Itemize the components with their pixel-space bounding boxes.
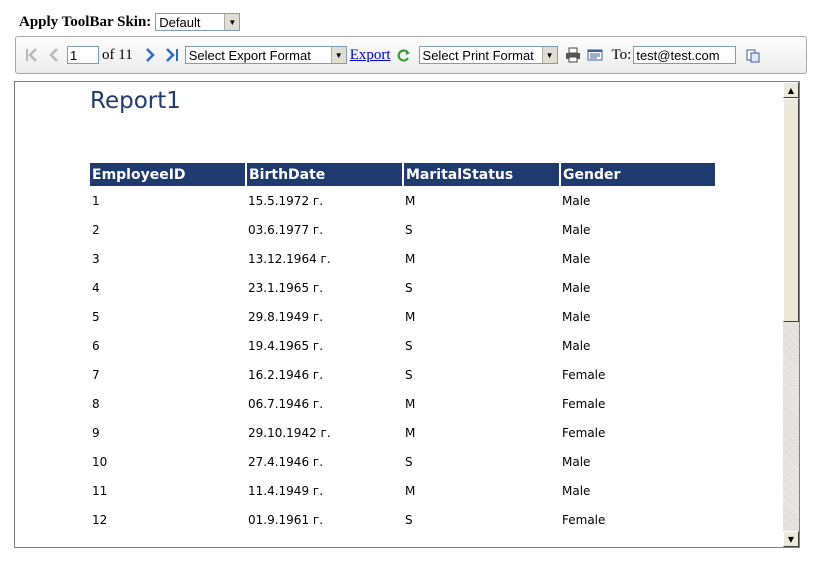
table-row: 8 06.7.1946 г. M Female [90, 389, 716, 418]
cell-maritalstatus: S [405, 512, 413, 527]
export-link[interactable]: Export [350, 47, 391, 64]
cell-maritalstatus: S [405, 222, 413, 237]
cell-employeeid: 1 [92, 193, 100, 208]
cell-employeeid: 9 [92, 425, 100, 440]
report-table: EmployeeID BirthDate MaritalStatus Gende… [90, 163, 717, 534]
cell-birthdate: 01.9.1961 г. [248, 512, 324, 527]
scroll-up-button[interactable]: ▲ [783, 82, 799, 98]
table-row: 10 27.4.1946 г. S Male [90, 447, 716, 476]
cell-maritalstatus: M [405, 251, 416, 266]
report-toolbar: 1 of 11 Select Export Format ▼ Export Se… [15, 36, 807, 74]
chevron-down-icon: ▼ [541, 47, 557, 63]
cell-birthdate: 29.10.1942 г. [248, 425, 331, 440]
chevron-down-icon: ▼ [330, 47, 346, 63]
column-header-employeeid: EmployeeID [90, 163, 247, 186]
frame-border [799, 81, 800, 548]
cell-employeeid: 2 [92, 222, 100, 237]
skin-select-value: Default [159, 14, 201, 30]
email-to-label: To: [611, 46, 632, 63]
send-email-icon[interactable] [744, 45, 762, 65]
cell-maritalstatus: M [405, 483, 416, 498]
cell-gender: Male [562, 222, 591, 237]
cell-maritalstatus: S [405, 280, 413, 295]
vertical-scrollbar[interactable]: ▲ ▼ [783, 82, 799, 547]
cell-birthdate: 11.4.1949 г. [248, 483, 324, 498]
next-page-icon[interactable] [141, 45, 159, 65]
refresh-icon[interactable] [395, 45, 413, 65]
column-header-gender: Gender [560, 163, 717, 186]
cell-employeeid: 6 [92, 338, 100, 353]
cell-employeeid: 7 [92, 367, 100, 382]
cell-gender: Male [562, 280, 591, 295]
cell-gender: Male [562, 483, 591, 498]
first-page-icon[interactable] [23, 45, 41, 65]
cell-maritalstatus: M [405, 309, 416, 324]
cell-gender: Male [562, 193, 591, 208]
table-row: 4 23.1.1965 г. S Male [90, 273, 716, 302]
cell-maritalstatus: M [405, 425, 416, 440]
table-row: 5 29.8.1949 г. M Male [90, 302, 716, 331]
print-format-select[interactable]: Select Print Format ▼ [418, 46, 558, 64]
cell-gender: Female [562, 367, 606, 382]
print-format-value: Select Print Format [422, 47, 534, 63]
export-format-value: Select Export Format [188, 47, 311, 63]
page-number-input[interactable]: 1 [67, 46, 99, 64]
cell-employeeid: 5 [92, 309, 100, 324]
cell-birthdate: 23.1.1965 г. [248, 280, 324, 295]
report-viewer: Report1 EmployeeID BirthDate MaritalStat… [14, 81, 800, 548]
cell-maritalstatus: M [405, 193, 416, 208]
scroll-down-button[interactable]: ▼ [783, 531, 799, 547]
cell-birthdate: 16.2.1946 г. [248, 367, 324, 382]
column-header-birthdate: BirthDate [246, 163, 404, 186]
cell-gender: Male [562, 338, 591, 353]
report-title: Report1 [90, 88, 181, 114]
cell-employeeid: 12 [92, 512, 108, 527]
previous-page-icon[interactable] [45, 45, 63, 65]
skin-label: Apply ToolBar Skin: [19, 13, 152, 30]
cell-maritalstatus: S [405, 367, 413, 382]
cell-maritalstatus: S [405, 454, 413, 469]
cell-employeeid: 4 [92, 280, 100, 295]
cell-birthdate: 27.4.1946 г. [248, 454, 324, 469]
page-total-label: of 11 [102, 46, 133, 63]
cell-employeeid: 10 [92, 454, 108, 469]
skin-select[interactable]: Default ▼ [155, 13, 241, 31]
report-table-body: 1 15.5.1972 г. M Male 2 03.6.1977 г. S Male 3 13.… [90, 186, 716, 534]
export-format-select[interactable]: Select Export Format ▼ [184, 46, 347, 64]
table-row: 1 15.5.1972 г. M Male [90, 186, 716, 215]
cell-birthdate: 03.6.1977 г. [248, 222, 324, 237]
last-page-icon[interactable] [163, 45, 181, 65]
table-row: 9 29.10.1942 г. M Female [90, 418, 716, 447]
cell-birthdate: 19.4.1965 г. [248, 338, 324, 353]
column-header-maritalstatus: MaritalStatus [403, 163, 561, 186]
print-icon[interactable] [564, 45, 582, 65]
cell-birthdate: 13.12.1964 г. [248, 251, 331, 266]
cell-gender: Male [562, 309, 591, 324]
cell-maritalstatus: S [405, 338, 413, 353]
chevron-down-icon: ▼ [224, 14, 240, 30]
cell-birthdate: 29.8.1949 г. [248, 309, 324, 324]
cell-employeeid: 8 [92, 396, 100, 411]
table-row: 7 16.2.1946 г. S Female [90, 360, 716, 389]
cell-employeeid: 3 [92, 251, 100, 266]
email-to-input[interactable]: test@test.com [633, 46, 737, 64]
cell-gender: Male [562, 454, 591, 469]
cell-employeeid: 11 [92, 483, 108, 498]
cell-gender: Female [562, 512, 606, 527]
cell-maritalstatus: M [405, 396, 416, 411]
table-row: 3 13.12.1964 г. M Male [90, 244, 716, 273]
table-row: 6 19.4.1965 г. S Male [90, 331, 716, 360]
print-preview-icon[interactable] [586, 45, 604, 65]
cell-birthdate: 15.5.1972 г. [248, 193, 324, 208]
cell-gender: Female [562, 396, 606, 411]
table-row: 12 01.9.1961 г. S Female [90, 505, 716, 534]
table-row: 2 03.6.1977 г. S Male [90, 215, 716, 244]
table-row: 11 11.4.1949 г. M Male [90, 476, 716, 505]
table-header-row: EmployeeID BirthDate MaritalStatus Gende… [90, 163, 717, 186]
cell-gender: Male [562, 251, 591, 266]
scroll-thumb[interactable] [783, 98, 799, 322]
skin-selector-row: Apply ToolBar Skin: Default ▼ [19, 12, 241, 32]
cell-gender: Female [562, 425, 606, 440]
cell-birthdate: 06.7.1946 г. [248, 396, 324, 411]
